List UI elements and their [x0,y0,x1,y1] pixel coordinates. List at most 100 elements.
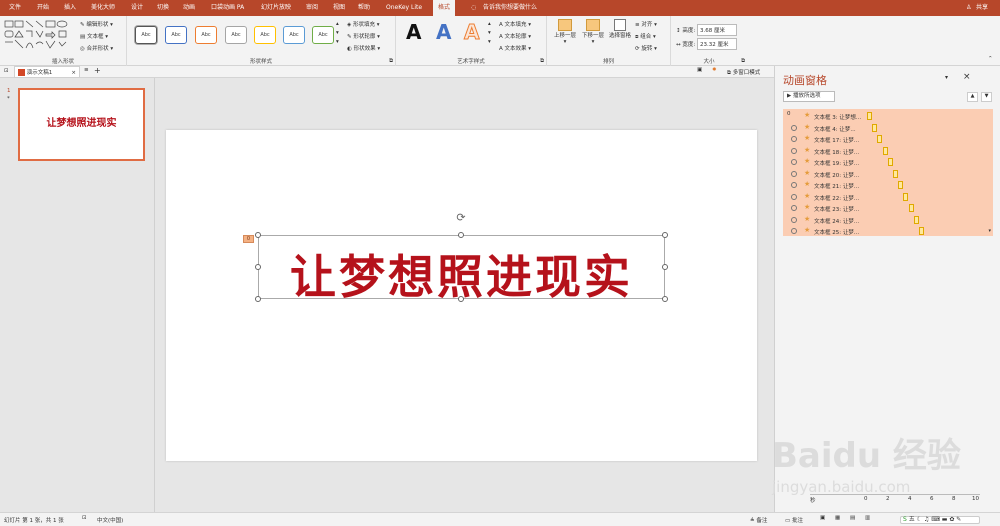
align-button[interactable]: ≡ 对齐 ▾ [635,20,657,28]
new-tab-icon[interactable]: + [94,66,101,75]
spell-check-icon[interactable]: ⊡ [82,515,87,521]
shape-style-4[interactable]: Abc [225,26,247,44]
shapes-gallery[interactable] [4,20,74,50]
tab-animations[interactable]: 动画 [183,0,195,16]
animation-item[interactable]: ★ 文本框 4: 让梦... [783,123,993,135]
resize-handle-e[interactable] [662,264,668,270]
tab-design[interactable]: 设计 [131,0,143,16]
timing-bar[interactable] [919,227,924,235]
collapse-ribbon-icon[interactable]: ⌃ [988,56,993,62]
tab-beautify[interactable]: 美化大师 [91,0,115,16]
shape-style-2[interactable]: Abc [165,26,187,44]
slide-canvas[interactable]: 0 让梦想照进现实 ⟳ [166,130,757,461]
dialog-launcher-icon[interactable]: ⧉ [389,58,393,65]
shape-effects-button[interactable]: ◐ 形状效果 ▾ [347,44,380,52]
tab-view[interactable]: 视图 [333,0,345,16]
tab-format[interactable]: 格式 [433,0,456,16]
animation-item[interactable]: ★ 文本框 25: 让梦... [783,226,993,238]
tab-onekey[interactable]: OneKey Lite [386,0,422,16]
shape-style-3[interactable]: Abc [195,26,217,44]
send-backward-button[interactable]: 下移一层 ▾ [580,19,606,45]
resize-handle-s[interactable] [458,296,464,302]
slide-thumbnail[interactable]: 让梦想照进现实 [18,88,145,161]
animation-item[interactable]: ★ 文本框 24: 让梦... [783,215,993,227]
tab-home[interactable]: 开始 [37,0,49,16]
dialog-launcher-icon[interactable]: ⧉ [540,58,544,65]
text-box-button[interactable]: ▤ 文本框 ▾ [80,32,108,40]
multi-window-button[interactable]: ⧉ 多窗口模式 [727,68,760,77]
slideshow-view-icon[interactable]: ▥ [865,515,870,521]
language-indicator[interactable]: 中文(中国) [97,516,123,524]
height-input[interactable]: 3.68 厘米 [696,24,737,36]
shape-outline-button[interactable]: ✎ 形状轮廓 ▾ [347,32,380,40]
timing-bar[interactable] [908,204,914,212]
animation-item[interactable]: ★ 文本框 23: 让梦... [783,203,993,215]
share-button[interactable]: 共享 [976,0,988,16]
rotate-handle-icon[interactable]: ⟳ [455,212,467,224]
title-textbox[interactable]: 让梦想照进现实 [258,235,665,304]
wordart-gallery-scroll[interactable]: ▴ ▾ ▾ [488,20,491,47]
shape-style-7[interactable]: Abc [312,26,334,44]
timing-bar[interactable] [882,146,888,155]
close-pane-icon[interactable]: × [963,72,971,82]
animation-item[interactable]: ★ 文本框 20: 让梦... [783,169,993,181]
text-outline-button[interactable]: A 文本轮廓 ▾ [499,32,531,40]
document-tab[interactable]: 演示文稿1 × [14,66,80,78]
notes-button[interactable]: ≜ 备注 [750,516,767,524]
tab-menu-icon[interactable]: ≡ [84,67,89,73]
dialog-launcher-icon[interactable]: ⧉ [741,58,745,65]
resize-handle-sw[interactable] [255,296,261,302]
pane-options-icon[interactable]: ▾ [945,74,948,81]
animation-item[interactable]: ★ 文本框 22: 让梦... [783,192,993,204]
animation-item[interactable]: ★ 文本框 17: 让梦... [783,134,993,146]
wordart-style-blue[interactable]: A [436,20,451,44]
tab-help[interactable]: 帮助 [358,0,370,16]
timing-bar[interactable] [913,215,919,224]
group-button[interactable]: ⧈ 组合 ▾ [635,32,656,41]
resize-handle-w[interactable] [255,264,261,270]
resize-handle-se[interactable] [662,296,668,302]
tab-pocket-animation[interactable]: 口袋动画 PA [211,0,244,16]
tab-file[interactable]: 文件 [9,0,21,16]
merge-shapes-button[interactable]: ◎ 合并形状 ▾ [80,44,113,52]
animation-item[interactable]: ★ 文本框 19: 让梦... [783,157,993,169]
gear-icon[interactable]: ✹ [712,67,717,73]
timing-bar[interactable] [898,181,904,189]
timing-bar[interactable] [872,123,878,132]
view-settings-icon[interactable]: ▣ [697,67,702,73]
tab-review[interactable]: 审阅 [306,0,318,16]
move-up-icon[interactable]: ▲ [967,92,978,102]
shape-style-1[interactable]: Abc [135,26,157,44]
play-selected-button[interactable]: ▶ 播放所选项 [783,91,835,102]
resize-handle-nw[interactable] [255,232,261,238]
resize-handle-ne[interactable] [662,232,668,238]
wordart-style-black[interactable]: A [406,20,421,44]
animation-item[interactable]: ★ 文本框 18: 让梦... [783,146,993,158]
width-input[interactable]: 23.32 厘米 [696,38,737,50]
ime-toolbar[interactable]: S 五 ☾ ♫ ⌨ ▬ ✿ ✎ [900,516,980,524]
rotate-button[interactable]: ⟳ 旋转 ▾ [635,44,657,52]
bring-forward-button[interactable]: 上移一层 ▾ [552,19,578,45]
tab-transitions[interactable]: 切换 [157,0,169,16]
reading-view-icon[interactable]: ▤ [850,515,855,521]
selection-pane-button[interactable]: 选择窗格 [607,19,633,39]
slide-sorter-icon[interactable]: ▦ [835,515,840,521]
timing-bar[interactable] [887,158,893,166]
comments-button[interactable]: ▭ 批注 [785,516,803,524]
text-fill-button[interactable]: A 文本填充 ▾ [499,20,531,28]
timing-bar[interactable] [877,135,883,143]
shape-style-5[interactable]: Abc [254,26,276,44]
gallery-scroll[interactable]: ▴ ▾ ▾ [336,20,339,47]
tab-slideshow[interactable]: 幻灯片放映 [261,0,291,16]
tell-me-search[interactable]: 告诉我你想要做什么 [483,0,537,16]
text-effects-button[interactable]: A 文本效果 ▾ [499,44,531,52]
shape-style-6[interactable]: Abc [283,26,305,44]
shape-fill-button[interactable]: ◈ 形状填充 ▾ [347,20,380,28]
timing-bar[interactable] [903,192,909,201]
animation-order-tag[interactable]: 0 [243,235,254,243]
timing-bar[interactable] [893,169,898,178]
resize-handle-n[interactable] [458,232,464,238]
edit-shape-button[interactable]: ✎ 编辑形状 ▾ [80,20,113,28]
animation-item[interactable]: ★ 文本框 3: 让梦想... [783,111,993,123]
tab-insert[interactable]: 插入 [64,0,76,16]
